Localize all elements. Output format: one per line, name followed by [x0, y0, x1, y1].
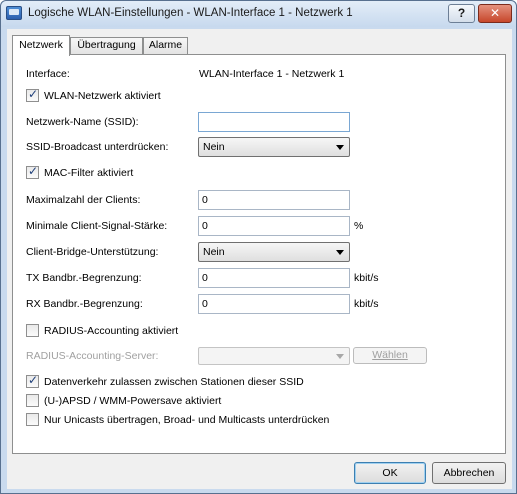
tab-netzwerk[interactable]: Netzwerk: [12, 35, 70, 56]
client-bridge-select[interactable]: Nein: [198, 242, 350, 262]
help-button[interactable]: ?: [448, 4, 475, 23]
tab-alarme[interactable]: Alarme: [143, 37, 188, 54]
radius-accounting-checkbox[interactable]: [26, 324, 39, 337]
chevron-down-icon: [336, 354, 344, 359]
interface-value: WLAN-Interface 1 - Netzwerk 1: [199, 68, 345, 80]
cancel-button[interactable]: Abbrechen: [432, 462, 506, 484]
mac-filter-checkbox[interactable]: [26, 164, 39, 179]
min-signal-unit: %: [354, 220, 364, 232]
max-clients-label: Maximalzahl der Clients:: [26, 194, 141, 206]
ok-button[interactable]: OK: [354, 462, 426, 484]
tx-limit-label: TX Bandbr.-Begrenzung:: [26, 272, 142, 284]
min-signal-input[interactable]: 0: [198, 216, 350, 236]
mac-filter-label: MAC-Filter aktiviert: [44, 167, 134, 179]
app-icon: [6, 6, 22, 20]
ssid-input[interactable]: [198, 112, 350, 132]
wlan-enabled-checkbox[interactable]: [26, 87, 39, 102]
wlan-enabled-label: WLAN-Netzwerk aktiviert: [44, 90, 161, 102]
rx-limit-label: RX Bandbr.-Begrenzung:: [26, 298, 143, 310]
close-button[interactable]: ✕: [478, 4, 512, 23]
interface-label: Interface:: [26, 68, 70, 80]
apsd-checkbox[interactable]: [26, 394, 39, 407]
tab-uebertragung[interactable]: Übertragung: [70, 37, 143, 54]
dialog-window: Logische WLAN-Einstellungen - WLAN-Inter…: [0, 0, 517, 494]
ssid-broadcast-label: SSID-Broadcast unterdrücken:: [26, 141, 169, 153]
title-bar: Logische WLAN-Einstellungen - WLAN-Inter…: [1, 1, 516, 27]
rx-limit-input[interactable]: 0: [198, 294, 350, 314]
radius-server-select[interactable]: [198, 347, 350, 365]
client-bridge-value: Nein: [203, 246, 225, 258]
max-clients-input[interactable]: 0: [198, 190, 350, 210]
radius-accounting-label: RADIUS-Accounting aktiviert: [44, 325, 179, 337]
client-bridge-label: Client-Bridge-Unterstützung:: [26, 246, 159, 258]
tx-limit-unit: kbit/s: [354, 272, 379, 284]
choose-server-label: Wählen: [372, 349, 408, 361]
tab-panel-netzwerk: Interface: WLAN-Interface 1 - Netzwerk 1…: [12, 54, 506, 454]
choose-server-button[interactable]: Wählen: [353, 347, 427, 364]
ssid-label: Netzwerk-Name (SSID):: [26, 116, 139, 128]
apsd-label: (U-)APSD / WMM-Powersave aktiviert: [44, 395, 222, 407]
chevron-down-icon: [336, 145, 344, 150]
allow-traffic-label: Datenverkehr zulassen zwischen Stationen…: [44, 376, 304, 388]
allow-traffic-checkbox[interactable]: [26, 373, 39, 388]
window-title: Logische WLAN-Einstellungen - WLAN-Inter…: [28, 7, 353, 19]
min-signal-label: Minimale Client-Signal-Stärke:: [26, 220, 168, 232]
radius-server-label: RADIUS-Accounting-Server:: [26, 350, 159, 362]
rx-limit-unit: kbit/s: [354, 298, 379, 310]
ssid-broadcast-value: Nein: [203, 141, 225, 153]
tx-limit-input[interactable]: 0: [198, 268, 350, 288]
chevron-down-icon: [336, 250, 344, 255]
unicast-only-label: Nur Unicasts übertragen, Broad- und Mult…: [44, 414, 330, 426]
dialog-client-area: Netzwerk Übertragung Alarme Interface: W…: [7, 29, 512, 489]
ssid-broadcast-select[interactable]: Nein: [198, 137, 350, 157]
unicast-only-checkbox[interactable]: [26, 413, 39, 426]
